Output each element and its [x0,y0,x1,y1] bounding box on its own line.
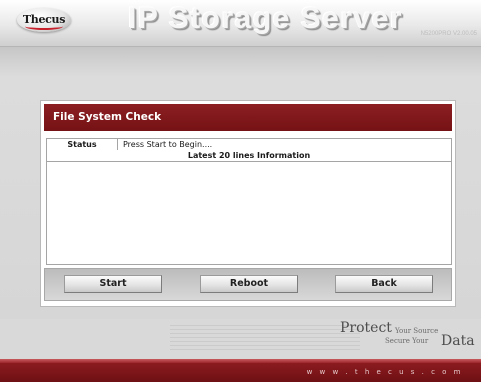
button-bar: Start Reboot Back [44,268,452,301]
thecus-logo: Thecus [17,8,71,32]
product-title: IP Storage Server [128,2,404,35]
footer-bar: w w w . t h e c u s . c o m [0,359,481,382]
reboot-button[interactable]: Reboot [200,275,298,293]
status-value: Press Start to Begin.... [123,140,213,149]
slogan-secure-your: Secure Your [385,337,429,345]
start-button[interactable]: Start [64,275,162,293]
log-info-header: Latest 20 lines Information [46,150,452,162]
header-band [0,47,481,77]
slogan-data: Data [441,333,475,349]
log-output-area [46,162,452,265]
panel-header: File System Check [44,104,452,131]
logo-swoosh-icon [25,23,63,30]
footer-url: w w w . t h e c u s . c o m [306,368,463,376]
status-label: Status [47,139,118,150]
firmware-version: N5200PRO V2.00.05 [420,31,477,37]
file-system-check-panel: File System Check Status Press Start to … [40,100,456,307]
slogan-your-source: Your Source [395,327,439,335]
decorative-lines [170,322,360,352]
slogan-protect: Protect [340,320,392,336]
panel-title: File System Check [53,111,162,123]
back-button[interactable]: Back [335,275,433,293]
app-header: Thecus IP Storage Server N5200PRO V2.00.… [0,0,481,47]
